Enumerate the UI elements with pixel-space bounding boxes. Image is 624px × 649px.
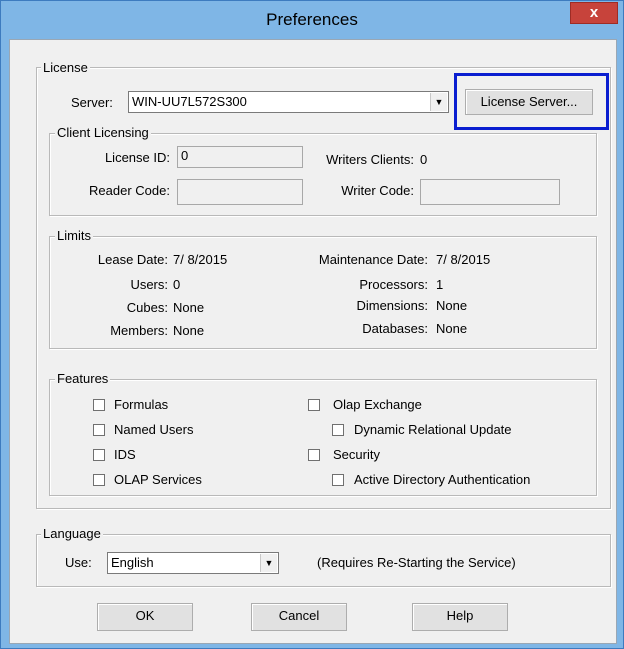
cubes-label: Cubes: xyxy=(126,300,168,315)
dynamic-relational-update-label[interactable]: Dynamic Relational Update xyxy=(354,422,512,438)
writer-code-label: Writer Code: xyxy=(341,183,414,198)
cubes-value: None xyxy=(173,300,205,315)
processors-label: Processors: xyxy=(359,277,428,292)
language-legend: Language xyxy=(41,526,103,541)
language-value: English xyxy=(111,555,154,570)
chevron-down-icon[interactable]: ▼ xyxy=(430,93,447,111)
dimensions-value: None xyxy=(436,298,468,313)
processors-value: 1 xyxy=(436,277,444,292)
writer-code-field[interactable] xyxy=(420,179,560,205)
dimensions-label: Dimensions: xyxy=(356,298,428,313)
ok-button[interactable]: OK xyxy=(97,603,193,631)
ids-checkbox[interactable] xyxy=(93,449,105,461)
server-value: WIN-UU7L572S300 xyxy=(132,94,247,109)
members-label: Members: xyxy=(110,323,168,338)
formulas-label[interactable]: Formulas xyxy=(114,397,168,413)
security-checkbox[interactable] xyxy=(308,449,320,461)
named-users-label[interactable]: Named Users xyxy=(114,422,193,438)
active-directory-authentication-checkbox[interactable] xyxy=(332,474,344,486)
databases-value: None xyxy=(436,321,468,336)
server-combo[interactable]: WIN-UU7L572S300 ▼ xyxy=(128,91,449,113)
license-id-field[interactable]: 0 xyxy=(177,146,303,168)
features-legend: Features xyxy=(55,371,111,386)
members-value: None xyxy=(173,323,205,338)
client-licensing-legend: Client Licensing xyxy=(55,125,151,140)
formulas-checkbox[interactable] xyxy=(93,399,105,411)
maintenance-date-value: 7/ 8/2015 xyxy=(436,252,491,267)
close-button[interactable]: x xyxy=(570,2,618,24)
reader-code-label: Reader Code: xyxy=(89,183,170,198)
dynamic-relational-update-checkbox[interactable] xyxy=(332,424,344,436)
named-users-checkbox[interactable] xyxy=(93,424,105,436)
license-id-label: License ID: xyxy=(104,150,170,165)
olap-services-label[interactable]: OLAP Services xyxy=(114,472,202,488)
users-value: 0 xyxy=(173,277,181,292)
ids-label[interactable]: IDS xyxy=(114,447,136,463)
olap-exchange-label[interactable]: Olap Exchange xyxy=(333,397,422,413)
preferences-window: Preferences x License Server: WIN-UU7L57… xyxy=(0,0,624,649)
server-label: Server: xyxy=(71,95,113,110)
lease-date-label: Lease Date: xyxy=(97,252,168,267)
dialog-body: License Server: WIN-UU7L572S300 ▼ Licens… xyxy=(9,39,617,644)
olap-exchange-checkbox[interactable] xyxy=(308,399,320,411)
writers-clients-label: Writers Clients: xyxy=(326,152,414,167)
security-label[interactable]: Security xyxy=(333,447,380,463)
use-label: Use: xyxy=(65,555,92,570)
users-label: Users: xyxy=(130,277,168,292)
databases-label: Databases: xyxy=(362,321,428,336)
window-title: Preferences xyxy=(266,10,358,29)
cancel-button[interactable]: Cancel xyxy=(251,603,347,631)
lease-date-value: 7/ 8/2015 xyxy=(173,252,228,267)
active-directory-authentication-label[interactable]: Active Directory Authentication xyxy=(354,472,530,488)
title-bar[interactable]: Preferences x xyxy=(1,1,623,39)
license-server-button[interactable]: License Server... xyxy=(465,89,593,115)
language-combo[interactable]: English ▼ xyxy=(107,552,279,574)
license-legend: License xyxy=(41,60,90,75)
help-button[interactable]: Help xyxy=(412,603,508,631)
writers-clients-value: 0 xyxy=(420,152,428,167)
reader-code-field[interactable] xyxy=(177,179,303,205)
chevron-down-icon[interactable]: ▼ xyxy=(260,554,277,572)
maintenance-date-label: Maintenance Date: xyxy=(318,252,428,267)
olap-services-checkbox[interactable] xyxy=(93,474,105,486)
restart-note: (Requires Re-Starting the Service) xyxy=(317,555,516,570)
limits-legend: Limits xyxy=(55,228,93,243)
